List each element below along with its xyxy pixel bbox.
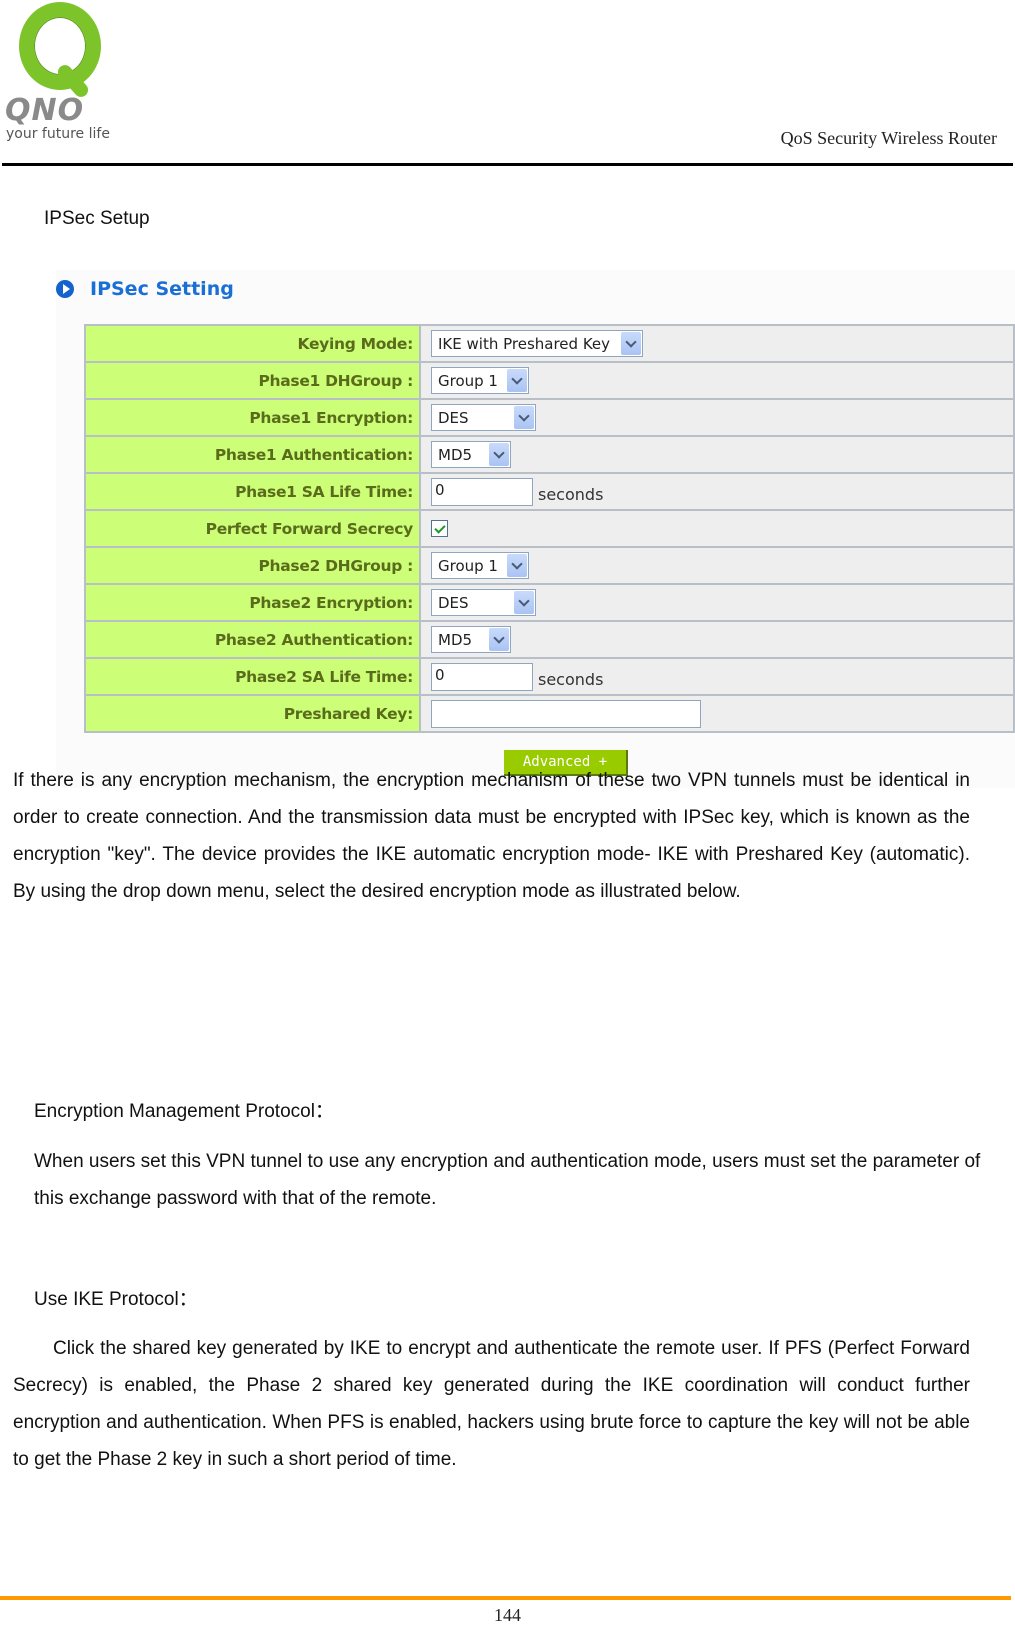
phase1-sa-lifetime-unit: seconds bbox=[538, 485, 604, 504]
row-phase1-sa-lifetime: Phase1 SA Life Time: 0 seconds bbox=[84, 472, 1015, 511]
ipsec-setting-panel: IPSec Setting Keying Mode: IKE with Pres… bbox=[56, 270, 1015, 788]
row-phase2-authentication: Phase2 Authentication: MD5 bbox=[84, 620, 1015, 659]
arrow-bullet-icon bbox=[56, 280, 74, 298]
panel-title-text: IPSec Setting bbox=[90, 278, 234, 300]
keying-mode-label: Keying Mode: bbox=[84, 324, 421, 363]
phase2-sa-lifetime-unit: seconds bbox=[538, 670, 604, 689]
pfs-checkbox[interactable] bbox=[431, 520, 448, 537]
logo-brand-text: QNO bbox=[5, 93, 85, 128]
row-phase1-dhgroup: Phase1 DHGroup : Group 1 bbox=[84, 361, 1015, 400]
phase1-authentication-select[interactable]: MD5 bbox=[431, 441, 511, 468]
phase1-sa-lifetime-label: Phase1 SA Life Time: bbox=[84, 472, 421, 511]
header-divider bbox=[2, 163, 1013, 166]
phase1-dhgroup-select[interactable]: Group 1 bbox=[431, 367, 529, 394]
phase2-dhgroup-label: Phase2 DHGroup : bbox=[84, 546, 421, 585]
phase1-encryption-value: DES bbox=[438, 408, 469, 427]
phase1-authentication-label: Phase1 Authentication: bbox=[84, 435, 421, 474]
preshared-key-input[interactable] bbox=[431, 699, 701, 728]
phase1-encryption-select[interactable]: DES bbox=[431, 404, 536, 431]
use-ike-paragraph: Click the shared key generated by IKE to… bbox=[13, 1338, 970, 1470]
chevron-down-icon[interactable] bbox=[621, 332, 641, 355]
phase2-authentication-label: Phase2 Authentication: bbox=[84, 620, 421, 659]
phase2-dhgroup-select[interactable]: Group 1 bbox=[431, 552, 529, 579]
row-keying-mode: Keying Mode: IKE with Preshared Key bbox=[84, 324, 1015, 363]
logo-tagline: your future life bbox=[6, 126, 110, 142]
chevron-down-icon[interactable] bbox=[489, 628, 509, 651]
product-name: QoS Security Wireless Router bbox=[780, 128, 997, 148]
phase1-dhgroup-value: Group 1 bbox=[438, 371, 498, 390]
chevron-down-icon[interactable] bbox=[507, 369, 527, 392]
page-number: 144 bbox=[494, 1605, 521, 1625]
phase2-encryption-label: Phase2 Encryption: bbox=[84, 583, 421, 622]
keying-mode-value: IKE with Preshared Key bbox=[438, 334, 611, 353]
chevron-down-icon[interactable] bbox=[489, 443, 509, 466]
phase1-encryption-label: Phase1 Encryption: bbox=[84, 398, 421, 437]
encryption-management-heading: Encryption Management Protocol： bbox=[34, 1101, 334, 1122]
section-heading: IPSec Setup bbox=[44, 208, 150, 229]
pfs-label: Perfect Forward Secrecy bbox=[84, 509, 421, 548]
panel-title: IPSec Setting bbox=[56, 278, 234, 300]
phase1-dhgroup-label: Phase1 DHGroup : bbox=[84, 361, 421, 400]
phase2-sa-lifetime-label: Phase2 SA Life Time: bbox=[84, 657, 421, 696]
row-preshared-key: Preshared Key: bbox=[84, 694, 1015, 733]
preshared-key-label: Preshared Key: bbox=[84, 694, 421, 733]
ipsec-settings-table: Keying Mode: IKE with Preshared Key Phas… bbox=[84, 324, 1015, 733]
row-phase2-dhgroup: Phase2 DHGroup : Group 1 bbox=[84, 546, 1015, 585]
chevron-down-icon[interactable] bbox=[514, 406, 534, 429]
phase2-encryption-value: DES bbox=[438, 593, 469, 612]
chevron-down-icon[interactable] bbox=[507, 554, 527, 577]
qno-logo: QNO your future life bbox=[2, 0, 120, 148]
encryption-management-paragraph: When users set this VPN tunnel to use an… bbox=[34, 1151, 981, 1209]
keying-mode-select[interactable]: IKE with Preshared Key bbox=[431, 330, 643, 357]
row-pfs: Perfect Forward Secrecy bbox=[84, 509, 1015, 548]
chevron-down-icon[interactable] bbox=[514, 591, 534, 614]
phase1-sa-lifetime-input[interactable]: 0 bbox=[431, 477, 533, 506]
phase2-sa-lifetime-input[interactable]: 0 bbox=[431, 662, 533, 691]
row-phase2-sa-lifetime: Phase2 SA Life Time: 0 seconds bbox=[84, 657, 1015, 696]
phase2-dhgroup-value: Group 1 bbox=[438, 556, 498, 575]
phase2-encryption-select[interactable]: DES bbox=[431, 589, 536, 616]
phase2-authentication-select[interactable]: MD5 bbox=[431, 626, 511, 653]
footer-divider bbox=[0, 1596, 1011, 1600]
phase1-authentication-value: MD5 bbox=[438, 445, 473, 464]
use-ike-heading: Use IKE Protocol： bbox=[34, 1289, 198, 1310]
intro-paragraph: If there is any encryption mechanism, th… bbox=[13, 770, 970, 902]
row-phase1-encryption: Phase1 Encryption: DES bbox=[84, 398, 1015, 437]
row-phase2-encryption: Phase2 Encryption: DES bbox=[84, 583, 1015, 622]
phase2-authentication-value: MD5 bbox=[438, 630, 473, 649]
row-phase1-authentication: Phase1 Authentication: MD5 bbox=[84, 435, 1015, 474]
